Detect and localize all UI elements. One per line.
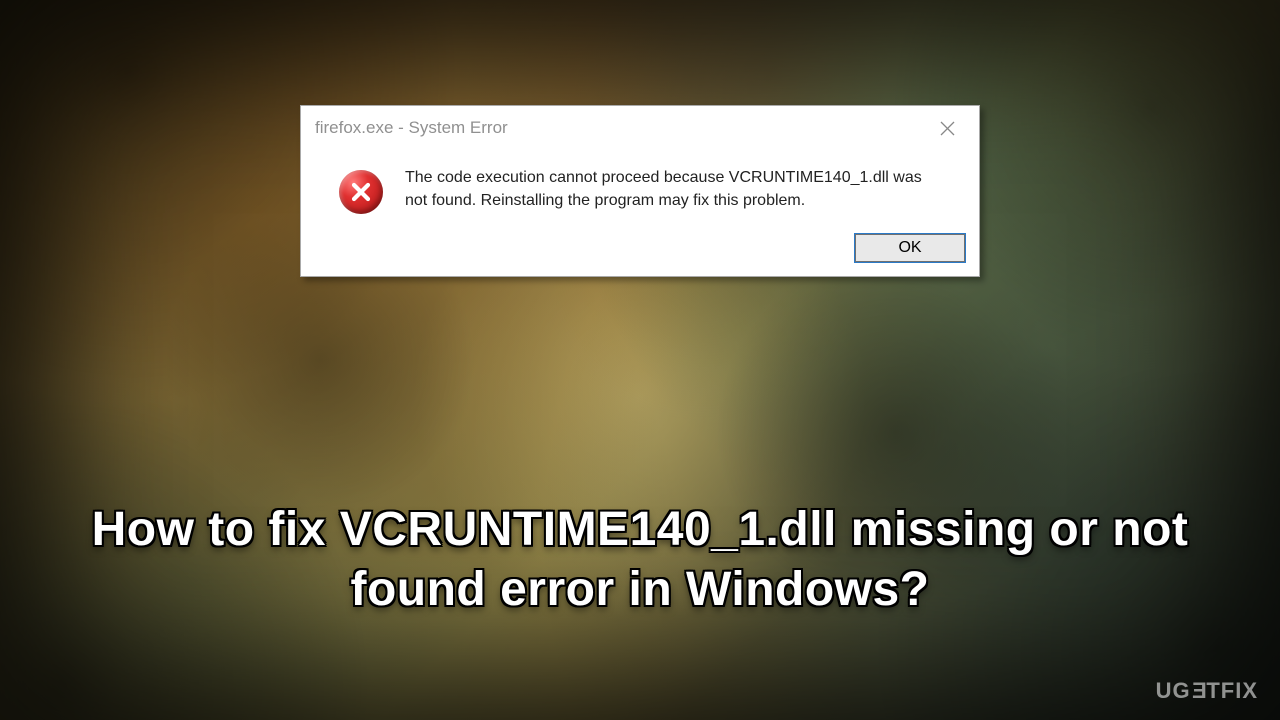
dialog-message: The code execution cannot proceed becaus… [405, 166, 957, 214]
close-button[interactable] [927, 114, 967, 142]
error-icon [339, 170, 383, 214]
watermark-suffix: TFIX [1206, 678, 1258, 703]
article-headline: How to fix VCRUNTIME140_1.dll missing or… [0, 500, 1280, 620]
dialog-title: firefox.exe - System Error [315, 118, 508, 138]
watermark-prefix: UG [1156, 678, 1191, 703]
dialog-footer: OK [301, 228, 979, 276]
dialog-body: The code execution cannot proceed becaus… [301, 148, 979, 228]
ok-button[interactable]: OK [855, 234, 965, 262]
system-error-dialog: firefox.exe - System Error The code exec… [300, 105, 980, 277]
watermark-flip-char: E [1191, 678, 1207, 704]
error-icon-wrap [339, 166, 383, 214]
watermark-logo: UGETFIX [1156, 678, 1258, 704]
headline-text: How to fix VCRUNTIME140_1.dll missing or… [60, 500, 1220, 620]
close-icon [940, 121, 955, 136]
dialog-titlebar: firefox.exe - System Error [301, 106, 979, 148]
